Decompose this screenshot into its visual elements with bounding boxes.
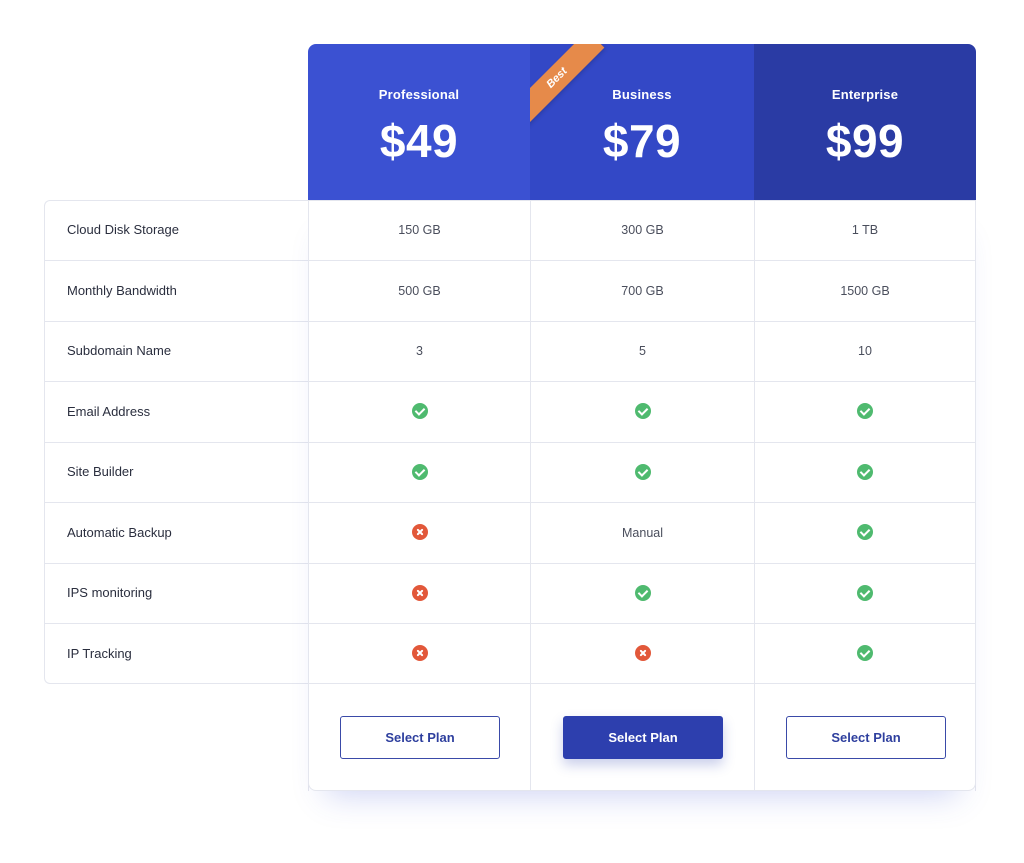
plan-header-enterprise: Enterprise $99 [754,44,976,200]
plan-price: $49 [379,115,459,167]
plan-header-professional: Professional $49 [308,44,530,200]
feature-label: Email Address [67,403,151,419]
feature-label: Cloud Disk Storage [67,222,179,237]
plan-cards-outline [308,200,976,791]
feature-label: IPS monitoring [67,585,153,600]
pricing-table: Professional $49 Business $79 Enterprise… [0,0,1024,863]
feature-label: Subdomain Name [67,343,172,358]
feature-label: Automatic Backup [67,524,172,540]
feature-label: IP Tracking [67,645,132,661]
best-ribbon: Best [530,44,620,134]
feature-label: Monthly Bandwidth [67,282,177,298]
plan-price: $99 [825,115,905,167]
ribbon-label: Best [530,44,605,126]
feature-label: Site Builder [67,464,134,479]
plan-name: Enterprise [831,87,899,102]
plan-name: Professional [378,87,460,102]
